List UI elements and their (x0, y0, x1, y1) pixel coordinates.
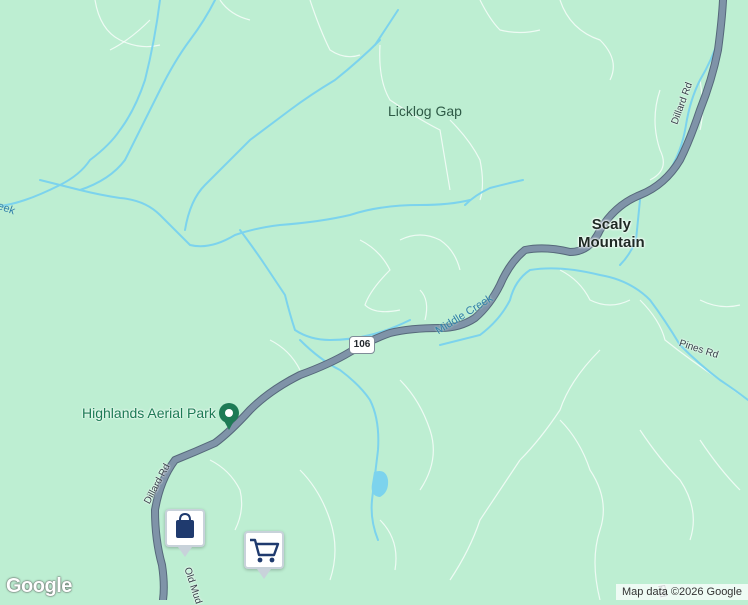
map-attribution: Map data ©2026 Google (615, 584, 748, 600)
label-highlands-aerial-park[interactable]: Highlands Aerial Park (82, 405, 216, 421)
google-logo: Google (6, 575, 72, 597)
label-licklog-gap: Licklog Gap (388, 103, 462, 119)
label-scaly-mountain: Scaly Mountain (578, 216, 645, 251)
shopping-bag-marker[interactable] (165, 509, 205, 557)
shopping-cart-marker[interactable] (244, 531, 284, 579)
shopping-cart-icon (250, 538, 280, 563)
shopping-bag-icon (176, 512, 194, 538)
map-canvas[interactable] (0, 0, 748, 600)
land-area (0, 0, 748, 600)
route-106-shield: 106 (349, 336, 375, 354)
